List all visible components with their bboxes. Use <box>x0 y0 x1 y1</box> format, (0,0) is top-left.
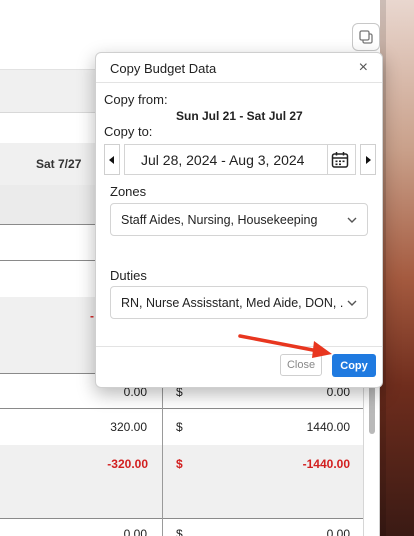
close-icon[interactable]: × <box>359 59 368 77</box>
duties-selected-value: RN, Nurse Assisstant, Med Aide, DON, ... <box>121 296 343 310</box>
duties-select[interactable]: RN, Nurse Assisstant, Med Aide, DON, ... <box>110 286 368 319</box>
copy-from-range: Sun Jul 21 - Sat Jul 27 <box>176 109 303 123</box>
currency-symbol: $ <box>176 527 183 536</box>
next-week-button[interactable] <box>360 144 376 175</box>
duties-label: Duties <box>110 268 147 283</box>
row-right-value: 0.00 <box>326 527 350 536</box>
column-divider <box>162 373 163 536</box>
partial-negative-marker: - <box>90 309 94 323</box>
table-row: 0.00 $ 0.00 <box>0 518 364 536</box>
chevron-down-icon <box>347 300 357 306</box>
chevron-down-icon <box>347 217 357 223</box>
copy-icon <box>359 30 373 44</box>
zones-label: Zones <box>110 184 147 199</box>
table-row: 320.00 $ 1440.00 <box>0 409 364 445</box>
row-left-value: -320.00 <box>107 457 148 471</box>
previous-week-button[interactable] <box>104 144 120 175</box>
copy-from-label: Copy from: <box>104 92 168 107</box>
date-range-value: Jul 28, 2024 - Aug 3, 2024 <box>141 152 305 168</box>
calendar-icon[interactable] <box>331 151 349 169</box>
copy-button[interactable]: Copy <box>332 354 376 377</box>
caret-right-icon <box>366 155 371 164</box>
column-header-sat: Sat 7/27 <box>36 157 82 171</box>
scrollbar-thumb[interactable] <box>369 380 375 434</box>
table-row: -320.00 $ -1440.00 <box>0 445 364 483</box>
date-range-field[interactable]: Jul 28, 2024 - Aug 3, 2024 <box>124 144 356 175</box>
copy-budget-button[interactable] <box>352 23 380 51</box>
zones-select[interactable]: Staff Aides, Nursing, Housekeeping <box>110 203 368 236</box>
copy-to-label: Copy to: <box>104 124 153 139</box>
currency-symbol: $ <box>176 457 183 471</box>
row-right-value: -1440.00 <box>302 457 350 471</box>
date-range-picker: Jul 28, 2024 - Aug 3, 2024 <box>104 144 376 175</box>
dialog-header: Copy Budget Data × <box>96 53 382 83</box>
annotation-arrow-icon <box>238 334 332 358</box>
caret-left-icon <box>109 155 114 164</box>
row-left-value: 320.00 <box>110 420 147 434</box>
dialog-title: Copy Budget Data <box>110 61 217 76</box>
row-right-value: 1440.00 <box>306 420 350 434</box>
desktop-wallpaper <box>378 0 414 536</box>
zones-selected-value: Staff Aides, Nursing, Housekeeping <box>121 213 318 227</box>
currency-symbol: $ <box>176 420 183 434</box>
row-left-value: 0.00 <box>123 527 147 536</box>
